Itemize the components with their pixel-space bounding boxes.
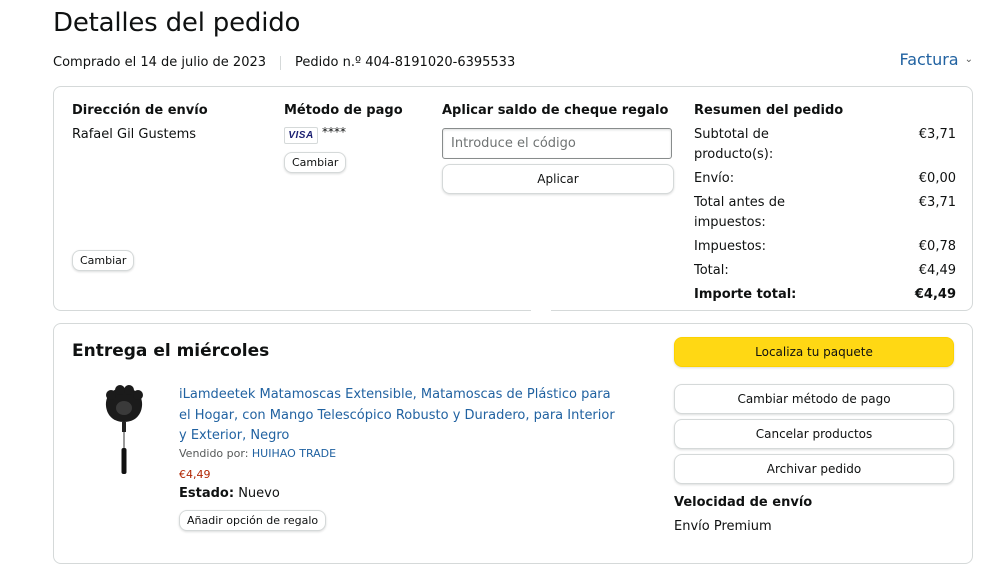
gift-code-input[interactable] [442,128,672,159]
track-package-button[interactable]: Localiza tu paquete [674,337,954,367]
summary-label: Envío: [694,171,735,186]
shipping-speed-heading: Velocidad de envío [674,495,813,510]
summary-value: €0,78 [918,239,956,254]
chevron-down-icon: ⌄ [964,54,973,65]
state-label: Estado: [179,486,235,501]
product-state: Estado: Nuevo [179,486,280,501]
page-title: Detalles del pedido [53,8,301,38]
delivery-card: Entrega el miércoles iLamdeetek Matamosc… [53,323,973,564]
summary-row: Total antes de impuestos: €3,71 [694,193,956,233]
change-payment-button[interactable]: Cambiar [284,152,347,173]
change-payment-method-button[interactable]: Cambiar método de pago [674,384,954,414]
card-notch [531,308,551,316]
shipping-heading: Dirección de envío [72,103,208,118]
product-title-link[interactable]: iLamdeetek Matamoscas Extensible, Matamo… [179,385,619,447]
summary-label: Subtotal de producto(s): [694,127,774,162]
purchase-date: Comprado el 14 de julio de 2023 [53,55,267,70]
summary-row: Subtotal de producto(s): €3,71 [694,125,956,165]
summary-row: Total: €4,49 [694,261,956,281]
summary-value: €3,71 [918,127,956,142]
summary-value: €4,49 [918,263,956,278]
shipping-name: Rafael Gil Gustems [72,127,197,142]
visa-card-icon: VISA [284,127,318,144]
payment-heading: Método de pago [284,103,403,118]
meta-divider [280,55,282,70]
change-address-button[interactable]: Cambiar [72,250,135,271]
order-number: Pedido n.º 404-8191020-6395533 [295,55,516,70]
archive-order-button[interactable]: Archivar pedido [674,454,954,484]
summary-value: €3,71 [918,195,956,210]
order-info-card: Dirección de envío Rafael Gil Gustems Ca… [53,86,973,311]
seller-link[interactable]: HUIHAO TRADE [252,447,336,460]
summary-row: Envío: €0,00 [694,169,956,189]
invoice-dropdown[interactable]: Factura ⌄ [899,50,973,69]
state-value: Nuevo [238,486,280,501]
apply-gift-button[interactable]: Aplicar [442,164,674,194]
cancel-items-button[interactable]: Cancelar productos [674,419,954,449]
shipping-speed-value: Envío Premium [674,519,772,534]
summary-row: Impuestos: €0,78 [694,237,956,257]
summary-label: Total antes de impuestos: [694,195,785,230]
order-summary: Subtotal de producto(s): €3,71 Envío: €0… [694,125,956,309]
invoice-label: Factura [899,50,959,69]
grand-total-value: €4,49 [914,287,956,302]
summary-heading: Resumen del pedido [694,103,844,118]
grand-total-label: Importe total: [694,287,797,302]
delivery-title: Entrega el miércoles [72,341,270,361]
order-meta: Comprado el 14 de julio de 2023 Pedido n… [53,55,515,70]
grand-total-row: Importe total: €4,49 [694,285,956,305]
summary-label: Total: [694,263,729,278]
summary-label: Impuestos: [694,239,766,254]
sold-by-label: Vendido por: [179,447,252,460]
card-number-mask: **** [322,125,346,139]
product-image[interactable] [102,384,146,476]
add-gift-option-button[interactable]: Añadir opción de regalo [179,510,327,531]
sold-by: Vendido por: HUIHAO TRADE [179,447,336,460]
gift-card-heading: Aplicar saldo de cheque regalo [442,103,669,118]
summary-value: €0,00 [918,171,956,186]
product-price: €4,49 [179,468,211,481]
